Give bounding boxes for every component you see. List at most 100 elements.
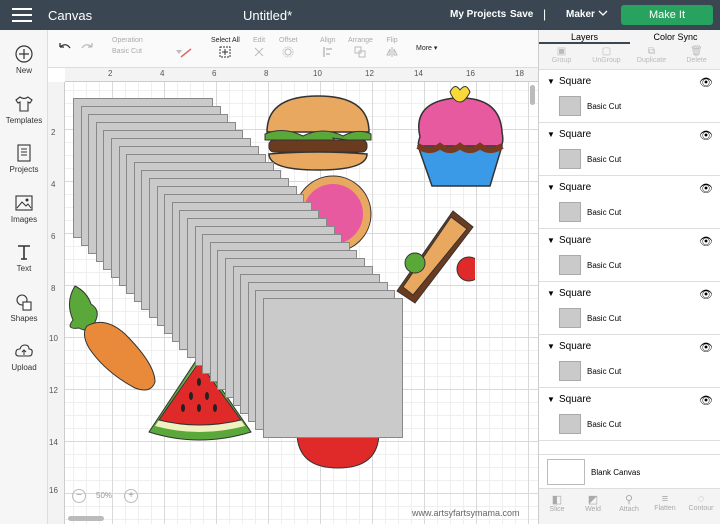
slice-button[interactable]: ◧ Slice — [539, 493, 575, 513]
nav-shapes[interactable]: Shapes — [0, 292, 48, 323]
document-title[interactable]: Untitled* — [243, 8, 292, 23]
more-button[interactable]: More ▾ — [416, 44, 437, 52]
layer-tools: ▣ Group ▢ UnGroup ⧉ Duplicate 🗑 Delete — [539, 44, 720, 70]
make-it-button[interactable]: Make It — [621, 5, 713, 25]
contour-button[interactable]: ◌ Contour — [683, 493, 719, 512]
app-name: Canvas — [48, 8, 93, 23]
watermark-text: www.artsyfartsymama.com — [412, 508, 520, 518]
hamburger-image[interactable] — [263, 92, 373, 172]
layer-row[interactable]: ▼ Square 👁 Basic Cut — [539, 229, 720, 282]
zoom-in-button[interactable]: + — [124, 489, 138, 503]
layer-name: Square — [559, 288, 592, 299]
ungroup-button[interactable]: ▢ UnGroup — [584, 46, 629, 64]
cupcake-image[interactable] — [410, 82, 510, 192]
nav-text[interactable]: Text — [0, 242, 48, 273]
weld-button[interactable]: ◩ Weld — [575, 493, 611, 513]
edit-button[interactable]: Edit — [253, 37, 265, 60]
nav-templates[interactable]: Templates — [0, 94, 48, 125]
expand-arrow-icon[interactable]: ▼ — [547, 183, 555, 192]
tab-color-sync[interactable]: Color Sync — [630, 32, 720, 42]
offset-button[interactable]: Offset — [279, 37, 298, 60]
edit-label: Edit — [253, 37, 266, 44]
layer-row[interactable]: ▼ Square 👁 Basic Cut — [539, 70, 720, 123]
eye-icon[interactable]: 👁 — [699, 76, 713, 89]
ruler-tick: 8 — [51, 284, 56, 293]
eye-icon[interactable]: 👁 — [699, 129, 713, 142]
square-shape[interactable] — [263, 298, 403, 438]
layer-row[interactable]: ▼ Square 👁 Basic Cut — [539, 388, 720, 441]
arrange-button[interactable]: Arrange — [348, 37, 373, 60]
layer-row[interactable]: ▼ Square 👁 Basic Cut — [539, 335, 720, 388]
design-canvas[interactable] — [65, 82, 538, 524]
attach-label: Attach — [619, 506, 639, 513]
select-all-icon — [219, 46, 231, 58]
horizontal-scrollbar[interactable] — [68, 516, 104, 521]
nav-projects[interactable]: Projects — [0, 143, 48, 174]
nav-label: Shapes — [10, 314, 38, 323]
my-projects-link[interactable]: My Projects — [450, 9, 506, 20]
eye-icon[interactable]: 👁 — [699, 235, 713, 248]
delete-button[interactable]: 🗑 Delete — [674, 46, 719, 64]
layer-row[interactable]: ▼ Square 👁 Basic Cut — [539, 176, 720, 229]
chevron-down-icon[interactable] — [598, 8, 608, 18]
eye-icon[interactable]: 👁 — [699, 394, 713, 407]
layer-row[interactable]: ▼ Square 👁 Basic Cut — [539, 123, 720, 176]
vertical-scrollbar[interactable] — [530, 85, 535, 105]
nav-upload[interactable]: Upload — [0, 341, 48, 372]
notebook-icon — [17, 144, 31, 162]
shapes-icon — [16, 294, 32, 311]
tab-layers[interactable]: Layers — [539, 30, 630, 44]
layer-operation: Basic Cut — [587, 314, 622, 323]
save-button[interactable]: Save — [510, 9, 533, 20]
attach-button[interactable]: ⚲ Attach — [611, 493, 647, 513]
operation-dropdown[interactable]: Operation Basic Cut — [112, 37, 143, 55]
layer-row[interactable]: ▼ Square 👁 Basic Cut — [539, 282, 720, 335]
expand-arrow-icon[interactable]: ▼ — [547, 130, 555, 139]
delete-label: Delete — [686, 57, 707, 64]
ungroup-icon: ▢ — [601, 46, 612, 57]
nav-label: Upload — [11, 363, 37, 372]
layer-name: Square — [559, 76, 592, 87]
ruler-tick: 16 — [466, 69, 475, 78]
blank-canvas-label: Blank Canvas — [591, 468, 641, 477]
eye-icon[interactable]: 👁 — [699, 182, 713, 195]
layer-name: Square — [559, 182, 592, 193]
machine-select[interactable]: Maker — [566, 9, 595, 20]
expand-arrow-icon[interactable]: ▼ — [547, 342, 555, 351]
pen-color-icon[interactable] — [180, 48, 192, 58]
zoom-out-button[interactable]: − — [72, 489, 86, 503]
ruler-tick: 14 — [49, 438, 58, 447]
flip-label: Flip — [386, 37, 398, 44]
menu-icon[interactable] — [12, 8, 32, 22]
undo-icon[interactable] — [58, 42, 72, 54]
sandwich-image[interactable] — [395, 207, 475, 307]
expand-arrow-icon[interactable]: ▼ — [547, 236, 555, 245]
nav-new[interactable]: New — [0, 44, 48, 75]
expand-arrow-icon[interactable]: ▼ — [547, 289, 555, 298]
select-all-button[interactable]: Select All — [211, 37, 240, 60]
flip-button[interactable]: Flip — [386, 37, 398, 60]
layer-operation: Basic Cut — [587, 102, 622, 111]
ruler-tick: 6 — [51, 232, 56, 241]
flatten-button[interactable]: ≡ Flatten — [647, 493, 683, 512]
nav-images[interactable]: Images — [0, 193, 48, 224]
layer-thumbnail — [559, 308, 581, 328]
expand-arrow-icon[interactable]: ▼ — [547, 395, 555, 404]
plus-circle-icon — [15, 45, 33, 63]
eye-icon[interactable]: 👁 — [699, 288, 713, 301]
align-button[interactable]: Align — [320, 37, 336, 60]
duplicate-button[interactable]: ⧉ Duplicate — [629, 46, 674, 64]
arrange-icon — [354, 46, 366, 58]
ruler-tick: 4 — [51, 180, 56, 189]
blank-canvas-row[interactable]: Blank Canvas — [539, 454, 720, 488]
eye-icon[interactable]: 👁 — [699, 341, 713, 354]
ruler-tick: 8 — [264, 69, 269, 78]
edit-toolbar: Operation Basic Cut Select All Edit Offs… — [48, 30, 538, 68]
offset-icon — [282, 46, 294, 58]
group-button[interactable]: ▣ Group — [539, 46, 584, 64]
upload-icon — [15, 344, 33, 357]
layer-thumbnail — [559, 96, 581, 116]
layer-operation: Basic Cut — [587, 261, 622, 270]
redo-icon[interactable] — [80, 42, 94, 54]
expand-arrow-icon[interactable]: ▼ — [547, 77, 555, 86]
